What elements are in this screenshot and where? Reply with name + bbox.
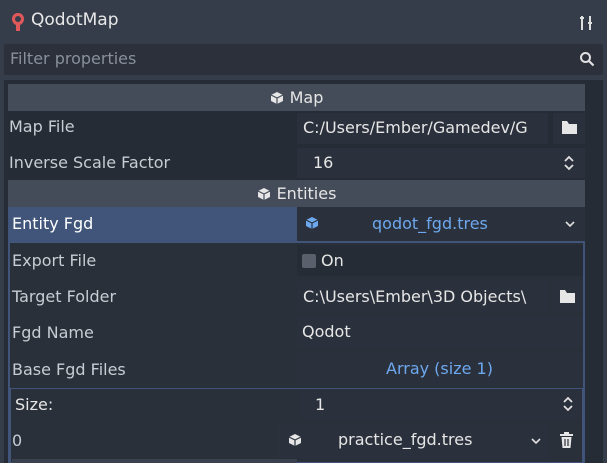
folder-icon [560,290,575,303]
base-fgd-files-label: Base Fgd Files [12,360,126,379]
tools-icon[interactable] [578,14,596,32]
section-entities-label: Entities [276,184,337,203]
fgd-name-label: Fgd Name [12,323,94,342]
inverse-scale-value: 16 [313,153,334,172]
base-fgd-files-array-button[interactable]: Array (size 1) [297,352,583,386]
target-folder-label: Target Folder [12,287,117,306]
array-item-resource-picker[interactable]: practice_fgd.tres [278,424,549,458]
spin-arrows-icon[interactable] [563,154,575,172]
entity-fgd-resource-picker[interactable]: qodot_fgd.tres [297,207,585,241]
checkbox-icon [302,254,316,268]
godot-qodot-icon [12,13,24,31]
export-file-value: On [321,251,344,270]
section-map-label: Map [289,88,324,107]
filter-placeholder: Filter properties [10,49,137,68]
array-size-value: 1 [315,395,326,414]
fgd-name-field[interactable]: Qodot [297,316,583,347]
scroll-hint-bar [12,459,297,463]
array-item-value: practice_fgd.tres [338,430,473,449]
map-file-label: Map File [9,117,75,136]
folder-icon [562,121,577,134]
node-title: QodotMap [31,10,119,30]
spin-arrows-icon[interactable] [562,395,574,413]
target-folder-field[interactable]: C:\Users\Ember\3D Objects\ [297,281,548,312]
base-fgd-files-value: Array (size 1) [386,359,493,378]
array-size-spinbox[interactable]: 1 [300,390,582,419]
cube-icon [257,187,270,200]
target-folder-browse-button[interactable] [552,281,583,312]
section-entities[interactable]: Entities [8,180,585,207]
fgd-name-value: Qodot [302,322,351,341]
entity-fgd-label-cell[interactable]: Entity Fgd [8,207,297,241]
entity-fgd-value: qodot_fgd.tres [372,214,488,233]
inverse-scale-label: Inverse Scale Factor [9,153,171,172]
array-item-delete-button[interactable] [553,424,582,458]
chevron-down-icon[interactable] [531,437,541,445]
resource-cube-icon [288,434,302,446]
inverse-scale-spinbox[interactable]: 16 [297,148,585,178]
filter-properties-input[interactable]: Filter properties [4,44,603,75]
trash-icon [560,432,573,448]
section-map[interactable]: Map [8,84,585,111]
target-folder-value: C:\Users\Ember\3D Objects\ [303,287,527,306]
export-file-checkbox[interactable]: On [297,245,583,276]
export-file-label: Export File [12,251,97,270]
map-file-value: C:/Users/Ember/Gamedev/G [303,118,528,137]
inspector-header: QodotMap [0,0,607,44]
map-file-field[interactable]: C:/Users/Ember/Gamedev/G [297,113,548,144]
cube-icon [270,91,283,104]
map-file-browse-button[interactable] [553,113,585,144]
array-size-label: Size: [15,395,54,414]
chevron-down-icon[interactable] [565,220,575,228]
entity-fgd-label: Entity Fgd [12,214,94,233]
array-item-index: 0 [12,431,23,450]
search-icon [580,52,595,67]
resource-cube-icon [305,217,319,229]
